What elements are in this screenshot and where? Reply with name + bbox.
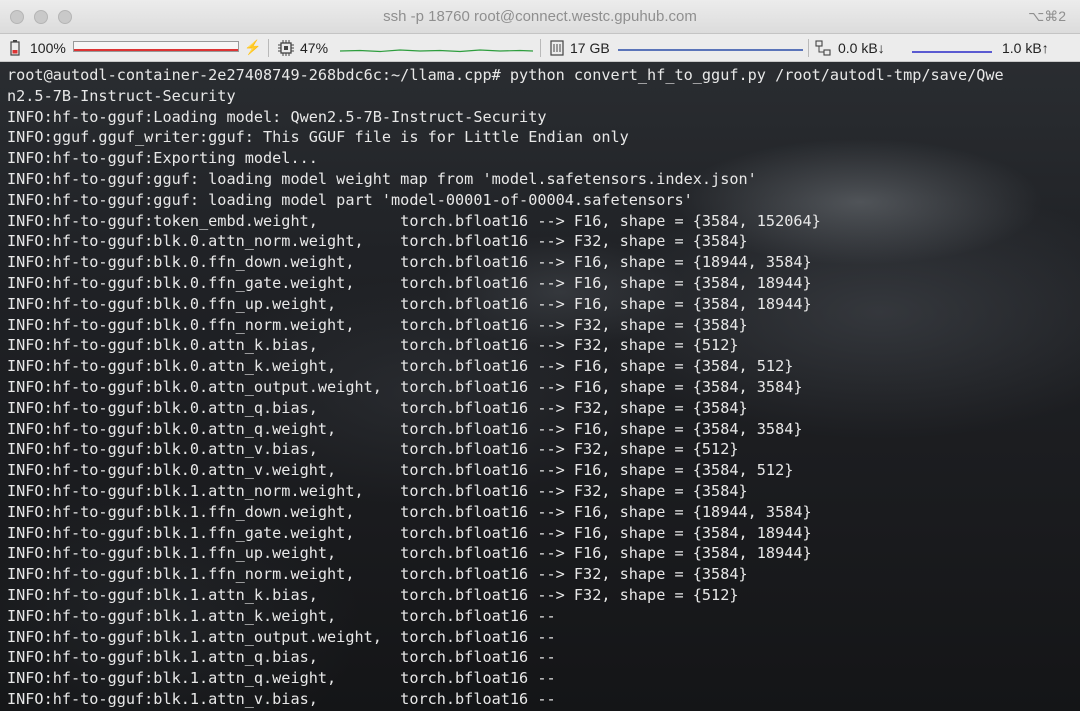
terminal-line: INFO:hf-to-gguf:blk.0.attn_q.weight, tor…	[7, 419, 803, 438]
terminal-line: INFO:hf-to-gguf:blk.0.ffn_up.weight, tor…	[7, 294, 812, 313]
network-up-status: 1.0 kB↑	[1002, 39, 1049, 57]
battery-icon	[10, 40, 20, 56]
terminal-line: INFO:hf-to-gguf:blk.0.attn_v.weight, tor…	[7, 461, 794, 480]
charging-bolt-icon: ⚡	[244, 39, 262, 55]
terminal-window: ssh -p 18760 root@connect.westc.gpuhub.c…	[0, 0, 1080, 711]
memory-icon	[550, 40, 564, 56]
terminal-line: INFO:hf-to-gguf:blk.1.attn_v.bias, torch…	[7, 689, 556, 708]
terminal-line: n2.5-7B-Instruct-Security	[7, 86, 236, 105]
terminal-line: INFO:hf-to-gguf:blk.0.attn_k.weight, tor…	[7, 357, 794, 376]
cpu-chip-icon	[278, 40, 294, 56]
terminal-line: INFO:hf-to-gguf:blk.0.attn_k.bias, torch…	[7, 336, 739, 355]
terminal-line: INFO:hf-to-gguf:blk.0.ffn_norm.weight, t…	[7, 315, 748, 334]
terminal-line: INFO:hf-to-gguf:blk.1.attn_norm.weight, …	[7, 481, 748, 500]
terminal-line: INFO:hf-to-gguf:blk.1.attn_q.weight, tor…	[7, 669, 556, 688]
network-up-label: 1.0 kB↑	[1002, 40, 1049, 56]
network-graph	[912, 41, 992, 53]
network-status: 0.0 kB↓	[815, 39, 885, 57]
memory-graph	[618, 41, 803, 52]
terminal-line: INFO:hf-to-gguf:token_embd.weight, torch…	[7, 211, 821, 230]
network-icon	[815, 40, 831, 56]
terminal-line: INFO:hf-to-gguf:blk.0.attn_norm.weight, …	[7, 232, 748, 251]
battery-meter	[73, 41, 239, 52]
memory-status: 17 GB	[550, 39, 610, 57]
terminal-line: INFO:hf-to-gguf:blk.1.attn_k.weight, tor…	[7, 606, 556, 625]
network-down-label: 0.0 kB↓	[838, 40, 885, 56]
terminal-line: INFO:hf-to-gguf:blk.1.attn_k.bias, torch…	[7, 585, 739, 604]
terminal-line: INFO:hf-to-gguf:blk.0.attn_output.weight…	[7, 377, 803, 396]
terminal-line: INFO:hf-to-gguf:blk.0.attn_q.bias, torch…	[7, 398, 748, 417]
terminal-line: INFO:hf-to-gguf:blk.0.ffn_gate.weight, t…	[7, 273, 812, 292]
cpu-graph	[339, 41, 534, 53]
terminal-line: INFO:gguf.gguf_writer:gguf: This GGUF fi…	[7, 128, 629, 147]
terminal-line: INFO:hf-to-gguf:blk.1.ffn_down.weight, t…	[7, 502, 812, 521]
terminal-line: INFO:hf-to-gguf:blk.1.ffn_up.weight, tor…	[7, 544, 812, 563]
window-title: ssh -p 18760 root@connect.westc.gpuhub.c…	[383, 8, 697, 25]
cpu-status: 47%	[278, 39, 328, 57]
battery-label: 100%	[30, 40, 66, 56]
terminal-line: INFO:hf-to-gguf:blk.0.attn_v.bias, torch…	[7, 440, 739, 459]
terminal-output[interactable]: root@autodl-container-2e27408749-268bdc6…	[0, 62, 1080, 711]
terminal-lines: root@autodl-container-2e27408749-268bdc6…	[7, 65, 1004, 710]
window-shortcut: ⌥⌘2	[1028, 8, 1066, 24]
terminal-line: root@autodl-container-2e27408749-268bdc6…	[7, 66, 1004, 84]
terminal-line: INFO:hf-to-gguf:blk.1.ffn_norm.weight, t…	[7, 565, 748, 584]
cpu-label: 47%	[300, 40, 329, 56]
battery-meter-fill	[74, 42, 238, 51]
terminal-line: INFO:hf-to-gguf:blk.1.attn_q.bias, torch…	[7, 648, 556, 667]
terminal-line: INFO:hf-to-gguf:blk.1.ffn_gate.weight, t…	[7, 523, 812, 542]
battery-status: 100%	[10, 39, 66, 57]
terminal-line: INFO:hf-to-gguf:Exporting model...	[7, 149, 318, 168]
terminal-line: INFO:hf-to-gguf:blk.1.attn_output.weight…	[7, 627, 556, 646]
terminal-line: INFO:hf-to-gguf:gguf: loading model part…	[7, 190, 693, 209]
title-bar[interactable]: ssh -p 18760 root@connect.westc.gpuhub.c…	[0, 0, 1080, 34]
memory-label: 17 GB	[570, 40, 610, 56]
terminal-line: INFO:hf-to-gguf:blk.0.ffn_down.weight, t…	[7, 253, 812, 272]
terminal-line: INFO:hf-to-gguf:gguf: loading model weig…	[7, 169, 757, 188]
status-bar: 100% ⚡ 47% 17 GB 0.0 kB↓ 1.0 kB↑	[0, 34, 1080, 62]
terminal-line: INFO:hf-to-gguf:Loading model: Qwen2.5-7…	[7, 107, 547, 126]
